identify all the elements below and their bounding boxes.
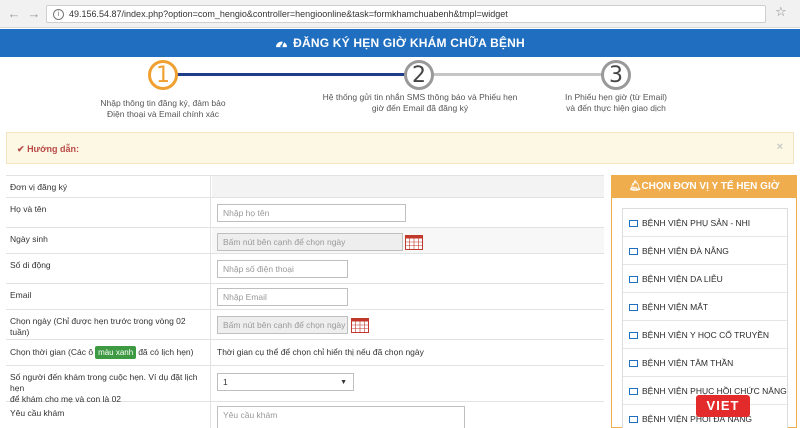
request-textarea[interactable]: Yêu cầu khám	[217, 406, 465, 428]
viet-logo: VIET	[696, 395, 750, 417]
request-label: Yêu cầu khám	[6, 402, 211, 428]
monitor-icon	[629, 388, 638, 395]
address-bar[interactable]: i 49.156.54.87/index.php?option=com_heng…	[46, 5, 766, 23]
step-2-circle: 2	[404, 60, 434, 90]
step-1-circle: 1	[148, 60, 178, 90]
monitor-icon	[629, 304, 638, 311]
page-header: ĐĂNG KÝ HẸN GIỜ KHÁM CHỮA BỆNH	[0, 29, 800, 57]
email-input[interactable]: Nhập Email	[217, 288, 348, 306]
hospital-item[interactable]: BỆNH VIỆN MẮT	[623, 293, 787, 321]
people-label: Số người đến khám trong cuộc hẹn. Ví dụ …	[6, 366, 211, 404]
phone-input[interactable]: Nhập số điện thoại	[217, 260, 348, 278]
panel-header: 🔔︎CHỌN ĐƠN VỊ Y TẾ HẸN GIỜ	[612, 176, 796, 198]
monitor-icon	[629, 220, 638, 227]
row-dob: Ngày sinh Bấm nút bên cạnh để chọn ngày	[6, 228, 604, 254]
row-request: Yêu cầu khám Yêu cầu khám	[6, 402, 604, 428]
step-connector-1	[165, 73, 410, 76]
bell-icon: 🔔︎	[628, 181, 642, 192]
info-icon[interactable]: i	[53, 9, 64, 20]
panel-title: CHỌN ĐƠN VỊ Y TẾ HẸN GIỜ	[641, 181, 780, 192]
name-input[interactable]: Nhập họ tên	[217, 204, 406, 222]
calendar-icon[interactable]	[405, 234, 423, 250]
monitor-icon	[629, 332, 638, 339]
forward-button[interactable]: →	[26, 6, 42, 22]
step-2-label: Hệ thống gửi tin nhắn SMS thông báo và P…	[322, 92, 518, 113]
monitor-icon	[629, 360, 638, 367]
unit-label: Đơn vị đăng ký	[6, 176, 211, 197]
hospital-item[interactable]: BỆNH VIỆN Y HỌC CỔ TRUYỀN	[623, 321, 787, 349]
row-email: Email Nhập Email	[6, 284, 604, 310]
step-3-circle: 3	[601, 60, 631, 90]
step-connector-2	[410, 73, 610, 76]
hospital-item[interactable]: BỆNH VIỆN TÂM THẦN	[623, 349, 787, 377]
email-label: Email	[6, 284, 211, 309]
browser-toolbar: ← → i 49.156.54.87/index.php?option=com_…	[0, 0, 800, 28]
progress-steps: 1 Nhập thông tin đăng ký, đảm bảo Điện th…	[0, 57, 800, 127]
page-title: ĐĂNG KÝ HẸN GIỜ KHÁM CHỮA BỆNH	[293, 36, 525, 50]
monitor-icon	[629, 276, 638, 283]
row-phone: Số di động Nhập số điện thoại	[6, 254, 604, 284]
unit-value	[212, 176, 604, 197]
facility-panel: 🔔︎CHỌN ĐƠN VỊ Y TẾ HẸN GIỜ BỆNH VIỆN PHỤ…	[611, 175, 797, 428]
registration-form: Đơn vị đăng ký Họ và tên Nhập họ tên Ngà…	[6, 175, 604, 428]
alert-title: Hướng dẫn:	[27, 144, 79, 154]
row-date: Chọn ngày (Chỉ được hẹn trước trong vòng…	[6, 310, 604, 340]
step-1-label: Nhập thông tin đăng ký, đảm bảo Điện thoạ…	[100, 98, 226, 119]
hospital-item[interactable]: BỆNH VIỆN PHỤ SẢN - NHI	[623, 209, 787, 237]
dob-label: Ngày sinh	[6, 228, 211, 253]
row-time: Chọn thời gian (Các ô màu xanh đã có lịch …	[6, 340, 604, 366]
guide-alert: ✔ Hướng dẫn: ×	[6, 132, 794, 164]
check-icon: ✔	[17, 144, 25, 154]
back-button[interactable]: ←	[6, 6, 22, 22]
row-name: Họ và tên Nhập họ tên	[6, 198, 604, 228]
time-label: Chọn thời gian (Các ô màu xanh đã có lịch …	[6, 340, 211, 365]
url-text[interactable]: 49.156.54.87/index.php?option=com_hengio…	[69, 9, 508, 19]
row-unit: Đơn vị đăng ký	[6, 176, 604, 198]
people-select[interactable]: 1 ▼	[217, 373, 354, 391]
step-3-label: In Phiếu hẹn giờ (từ Email) và đến thực h…	[565, 92, 667, 113]
bookmark-star-icon[interactable]: ☆	[775, 5, 787, 20]
hospital-item[interactable]: BỆNH VIỆN ĐÀ NẴNG	[623, 237, 787, 265]
monitor-icon	[629, 248, 638, 255]
monitor-icon	[629, 416, 638, 423]
name-label: Họ và tên	[6, 198, 211, 227]
phone-label: Số di động	[6, 254, 211, 283]
hospital-item[interactable]: BỆNH VIỆN DA LIỄU	[623, 265, 787, 293]
booked-legend-badge: màu xanh	[95, 346, 137, 359]
time-note: Thời gian cụ thể để chọn chỉ hiển thị nế…	[217, 347, 424, 357]
date-label: Chọn ngày (Chỉ được hẹn trước trong vòng…	[6, 310, 211, 339]
date-input[interactable]: Bấm nút bên cạnh để chọn ngày	[217, 316, 348, 334]
dashboard-icon	[276, 40, 288, 48]
calendar-icon[interactable]	[351, 317, 369, 333]
close-button[interactable]: ×	[777, 141, 783, 153]
dob-input[interactable]: Bấm nút bên cạnh để chọn ngày	[217, 233, 403, 251]
dropdown-arrow-icon: ▼	[340, 379, 347, 386]
row-people: Số người đến khám trong cuộc hẹn. Ví dụ …	[6, 366, 604, 404]
